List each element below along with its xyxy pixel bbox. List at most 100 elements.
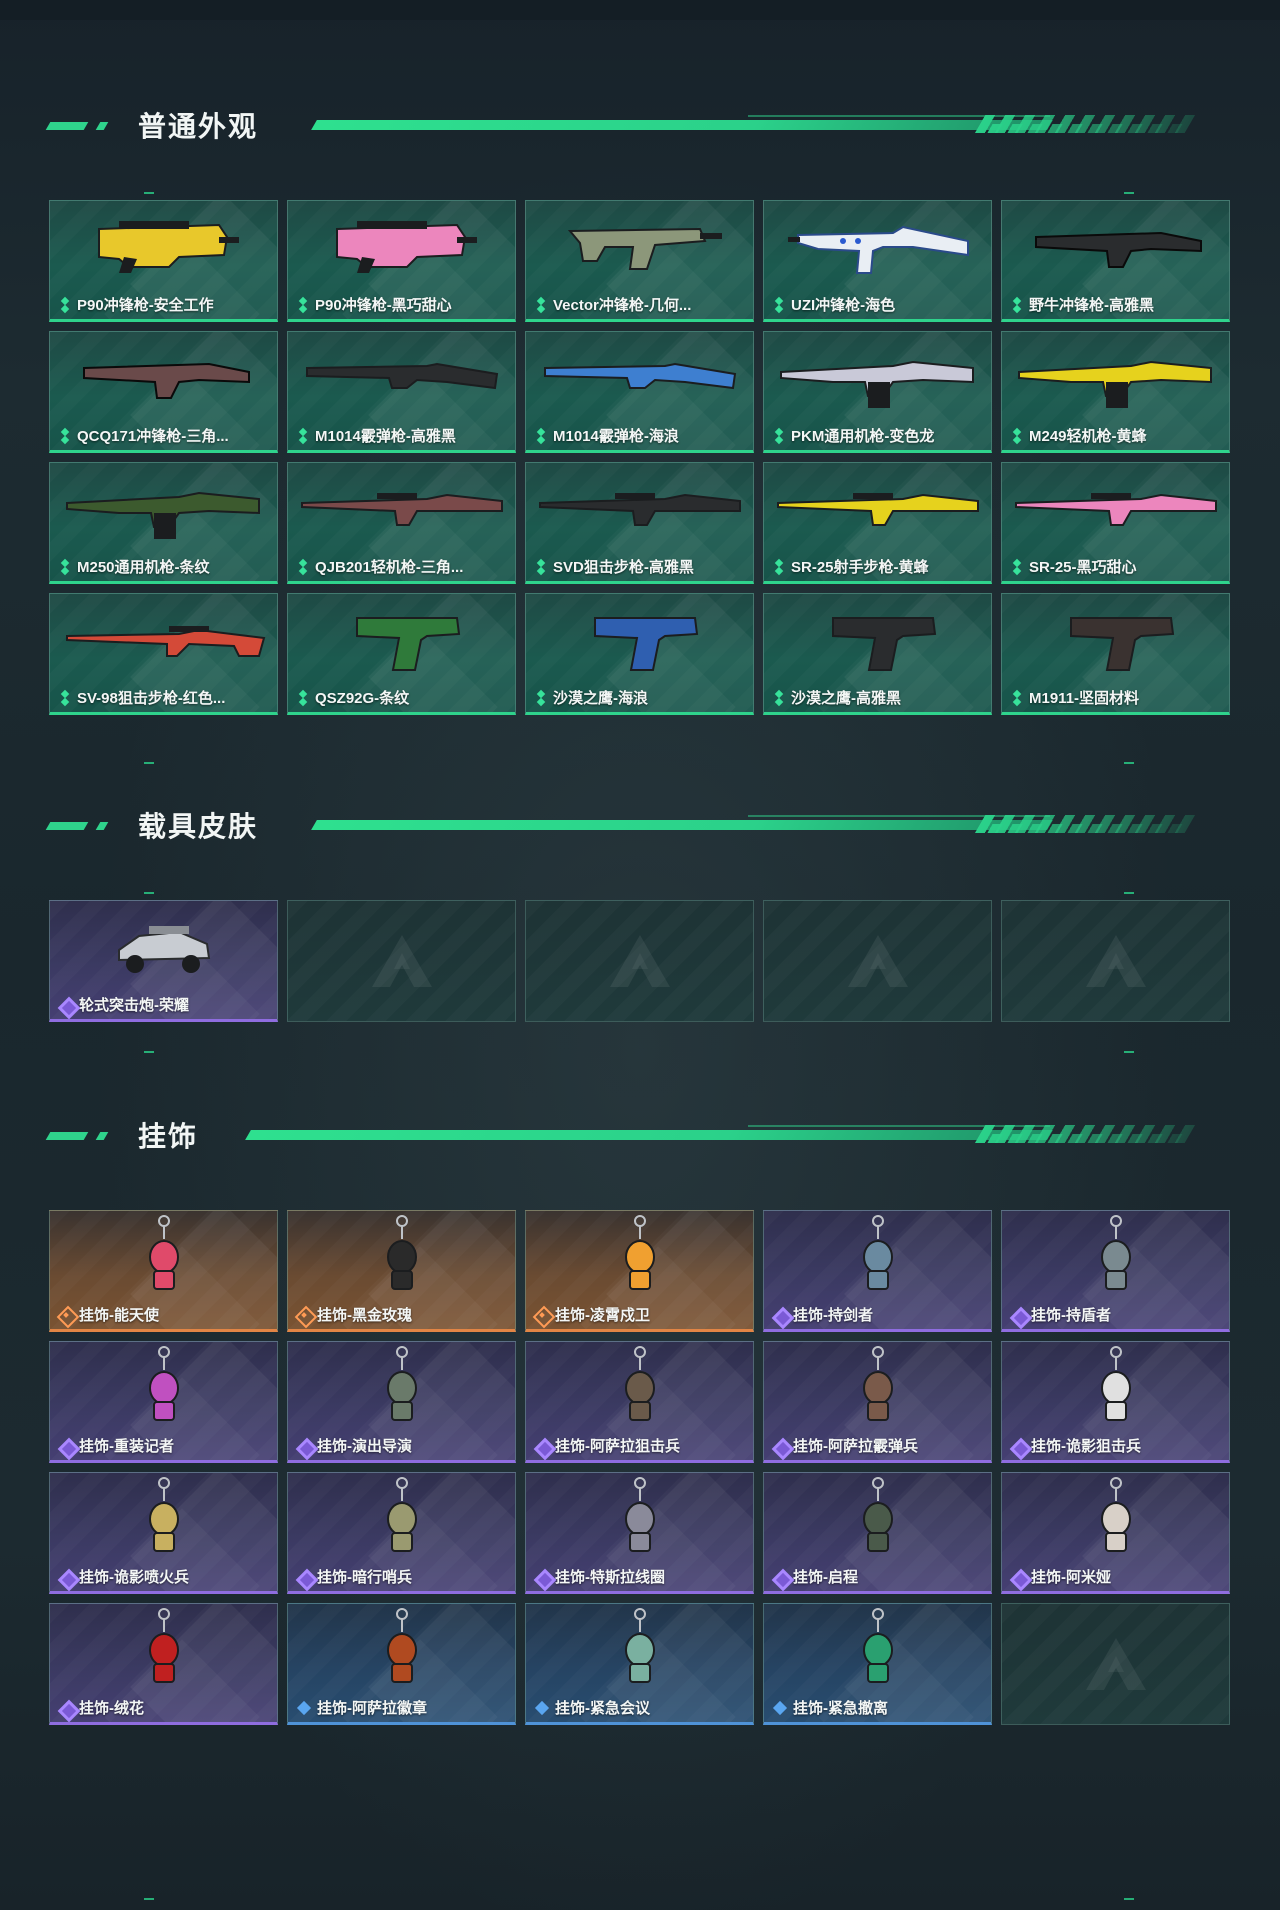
charm-card[interactable]: 挂饰-黑金玫瑰 [287,1210,516,1332]
section-header-charms: 挂饰 [45,1120,1200,1154]
green-rarity-icon [772,560,786,574]
item-label-row: 野牛冲锋枪-高雅黑 [1010,294,1154,315]
item-label-row: M1014霰弹枪-海浪 [534,425,679,446]
charm-card[interactable]: 挂饰-阿萨拉霰弹兵 [763,1341,992,1463]
purple-rarity-icon [296,1438,312,1454]
green-rarity-icon [772,429,786,443]
item-name: 挂饰-黑金玫瑰 [317,1307,412,1324]
blue-rarity-icon [772,1700,788,1716]
charm-velvet-flower-icon [50,1604,277,1696]
charm-card[interactable]: 挂饰-暗行哨兵 [287,1472,516,1594]
charm-shield-bearer-icon [1002,1211,1229,1303]
charm-card[interactable]: 挂饰-演出导演 [287,1341,516,1463]
item-name: 沙漠之鹰-海浪 [553,690,648,707]
charm-card[interactable]: 挂饰-特斯拉线圈 [525,1472,754,1594]
weapon-skin-card[interactable]: PKM通用机枪-变色龙 [763,331,992,453]
empty-slot [1001,900,1230,1022]
green-rarity-icon [296,560,310,574]
charm-card[interactable]: 挂饰-诡影喷火兵 [49,1472,278,1594]
charm-asala-shotgunner-icon [764,1342,991,1434]
green-rarity-icon [534,691,548,705]
charm-card[interactable]: 挂饰-阿萨拉狙击兵 [525,1341,754,1463]
item-label-row: SV-98狙击步枪-红色... [58,687,225,708]
item-label-row: 挂饰-阿萨拉徽章 [296,1697,427,1718]
smg-vector-camo-icon [526,201,753,293]
charm-card[interactable]: 挂饰-持盾者 [1001,1210,1230,1332]
section-title: 普通外观 [138,111,259,142]
item-label-row: SVD狙击步枪-高雅黑 [534,556,694,577]
header-checker [977,1134,1183,1143]
section-title: 载具皮肤 [138,811,259,842]
charm-card[interactable]: 挂饰-阿萨拉徽章 [287,1603,516,1725]
purple-rarity-icon [534,1438,550,1454]
weapon-skin-card[interactable]: QCQ171冲锋枪-三角... [49,331,278,453]
charm-card[interactable]: 挂饰-持剑者 [763,1210,992,1332]
green-rarity-icon [296,298,310,312]
weapon-skin-card[interactable]: M1014霰弹枪-海浪 [525,331,754,453]
weapon-skin-card[interactable]: QSZ92G-条纹 [287,593,516,715]
charm-asala-sniper-icon [526,1342,753,1434]
vehicle-skin-card[interactable]: 轮式突击炮-荣耀 [49,900,278,1022]
item-name: 挂饰-阿萨拉霰弹兵 [793,1438,918,1455]
item-name: 挂饰-绒花 [79,1700,144,1717]
charm-card[interactable]: 挂饰-紧急会议 [525,1603,754,1725]
purple-rarity-icon [296,1569,312,1585]
green-rarity-icon [1010,560,1024,574]
charm-card[interactable]: 挂饰-诡影狙击兵 [1001,1341,1230,1463]
weapon-skin-card[interactable]: M1014霰弹枪-高雅黑 [287,331,516,453]
charm-card[interactable]: 挂饰-凌霄戍卫 [525,1210,754,1332]
weapon-skin-card[interactable]: 沙漠之鹰-高雅黑 [763,593,992,715]
item-label-row: QJB201轻机枪-三角... [296,556,463,577]
weapon-skin-card[interactable]: M250通用机枪-条纹 [49,462,278,584]
item-name: 挂饰-阿萨拉狙击兵 [555,1438,680,1455]
item-label-row: 挂饰-阿萨拉狙击兵 [534,1435,680,1456]
charm-card[interactable]: 挂饰-重装记者 [49,1341,278,1463]
charm-card[interactable]: 挂饰-启程 [763,1472,992,1594]
smg-uzi-white-blue-icon [764,201,991,293]
smg-p90-yellow-icon [50,201,277,293]
weapon-skin-card[interactable]: SR-25射手步枪-黄蜂 [763,462,992,584]
weapon-skin-card[interactable]: 野牛冲锋枪-高雅黑 [1001,200,1230,322]
item-label-row: PKM通用机枪-变色龙 [772,425,934,446]
item-label-row: 挂饰-紧急撤离 [772,1697,888,1718]
green-rarity-icon [1010,429,1024,443]
empty-slot [525,900,754,1022]
divider-tick [144,762,154,764]
weapon-skin-card[interactable]: UZI冲锋枪-海色 [763,200,992,322]
charm-shadow-sniper-icon [1002,1342,1229,1434]
item-name: M1014霰弹枪-海浪 [553,428,679,445]
vehicle-wheeled-assault-gun-icon [50,901,277,993]
weapon-skin-card[interactable]: M249轻机枪-黄蜂 [1001,331,1230,453]
charm-card[interactable]: 挂饰-绒花 [49,1603,278,1725]
item-label-row: P90冲锋枪-安全工作 [58,294,214,315]
item-label-row: M250通用机枪-条纹 [58,556,210,577]
weapon-skin-card[interactable]: P90冲锋枪-黑巧甜心 [287,200,516,322]
charm-card[interactable]: 挂饰-阿米娅 [1001,1472,1230,1594]
charm-card[interactable]: 挂饰-能天使 [49,1210,278,1332]
item-name: 挂饰-启程 [793,1569,858,1586]
weapon-skin-card[interactable]: SVD狙击步枪-高雅黑 [525,462,754,584]
item-label-row: 挂饰-凌霄戍卫 [534,1304,650,1325]
item-name: 挂饰-诡影狙击兵 [1031,1438,1141,1455]
weapon-skin-card[interactable]: Vector冲锋枪-几何... [525,200,754,322]
pistol-deagle-black-icon [764,594,991,686]
weapon-skin-card[interactable]: P90冲锋枪-安全工作 [49,200,278,322]
weapon-skin-card[interactable]: SV-98狙击步枪-红色... [49,593,278,715]
orange-rarity-icon [296,1307,312,1323]
item-name: 野牛冲锋枪-高雅黑 [1029,297,1154,314]
item-label-row: 挂饰-持剑者 [772,1304,873,1325]
weapon-skin-card[interactable]: SR-25-黑巧甜心 [1001,462,1230,584]
empty-slot [287,900,516,1022]
item-name: P90冲锋枪-安全工作 [77,297,214,314]
charm-shadow-sentry-icon [288,1473,515,1565]
weapon-skin-card[interactable]: 沙漠之鹰-海浪 [525,593,754,715]
rifle-sr25-yellow-icon [764,463,991,555]
green-rarity-icon [534,560,548,574]
charm-card[interactable]: 挂饰-紧急撤离 [763,1603,992,1725]
item-name: 挂饰-特斯拉线圈 [555,1569,665,1586]
sniper-sv98-red-icon [50,594,277,686]
item-label-row: 挂饰-特斯拉线圈 [534,1566,665,1587]
weapon-skin-card[interactable]: M1911-坚固材料 [1001,593,1230,715]
divider-tick [1124,892,1134,894]
weapon-skin-card[interactable]: QJB201轻机枪-三角... [287,462,516,584]
